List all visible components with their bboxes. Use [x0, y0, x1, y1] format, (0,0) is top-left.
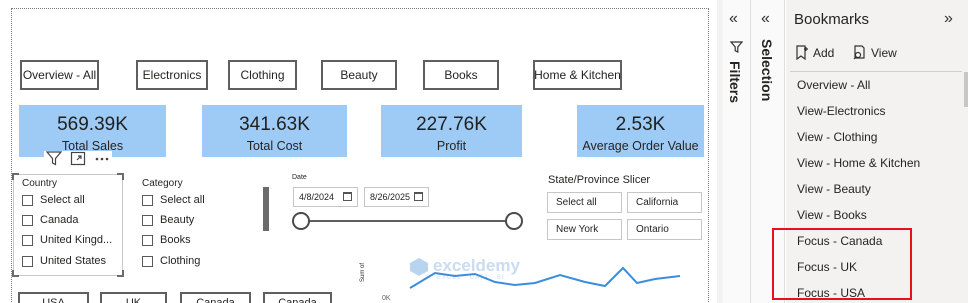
visual-header-toolbar: [44, 151, 112, 166]
focus-bookmarks-highlight: [772, 228, 912, 300]
kpi-label: Profit: [436, 139, 467, 153]
country-option[interactable]: United Kingd...: [22, 234, 112, 246]
focus-button-uk[interactable]: UK: [100, 292, 167, 303]
bookmark-add-icon: [796, 45, 808, 60]
resize-handle[interactable]: [117, 173, 124, 180]
date-range-slider[interactable]: [290, 210, 526, 232]
kpi-card-total-cost[interactable]: 341.63K Total Cost: [202, 105, 347, 157]
state-option[interactable]: Select all: [547, 192, 622, 213]
checkbox[interactable]: [22, 194, 33, 206]
country-option[interactable]: United States: [22, 255, 106, 267]
bookmarks-scrollbar[interactable]: [964, 72, 968, 107]
country-slicer-title: Country: [22, 178, 58, 189]
calendar-icon[interactable]: [414, 192, 423, 201]
view-bookmarks-button[interactable]: View: [852, 45, 897, 60]
filters-pane-label[interactable]: Filters: [727, 61, 743, 103]
nav-button-home-kitchen[interactable]: Home & Kitchen: [533, 60, 622, 90]
line-series: [409, 266, 681, 289]
bookmark-item[interactable]: View - Beauty: [797, 182, 871, 196]
collapse-chevron-icon[interactable]: »: [944, 11, 953, 27]
calendar-icon[interactable]: [343, 192, 352, 201]
category-option[interactable]: Beauty: [142, 214, 194, 226]
slider-handle-end[interactable]: [505, 212, 523, 230]
chart-y-axis-title: Sum of: [360, 262, 366, 282]
checkbox[interactable]: [142, 255, 153, 267]
kpi-card-total-sales[interactable]: 569.39K Total Sales: [19, 105, 166, 157]
country-option[interactable]: Canada: [22, 214, 79, 226]
category-option[interactable]: Select all: [142, 194, 205, 206]
state-slicer-title: State/Province Slicer: [548, 174, 651, 186]
bookmark-item[interactable]: Overview - All: [797, 78, 870, 92]
nav-button-clothing[interactable]: Clothing: [228, 60, 297, 90]
focus-mode-icon[interactable]: [70, 151, 86, 166]
focus-button-canada-2[interactable]: Canada: [263, 292, 332, 303]
focus-button-usa[interactable]: USA: [18, 292, 89, 303]
checkbox[interactable]: [142, 214, 153, 226]
resize-handle[interactable]: [117, 270, 124, 277]
category-option[interactable]: Clothing: [142, 255, 200, 267]
view-icon: [853, 45, 865, 60]
kpi-label: Total Cost: [246, 139, 303, 153]
bookmark-item[interactable]: View-Electronics: [797, 104, 885, 118]
report-canvas[interactable]: Overview - All Electronics Clothing Beau…: [0, 0, 717, 303]
expand-chevron-icon[interactable]: «: [729, 11, 738, 27]
filter-icon: [730, 41, 743, 53]
focus-button-canada[interactable]: Canada: [180, 292, 251, 303]
nav-button-overview[interactable]: Overview - All: [20, 60, 99, 90]
date-end-input[interactable]: 8/26/2025: [364, 187, 429, 207]
state-option[interactable]: Ontario: [627, 219, 702, 240]
nav-button-beauty[interactable]: Beauty: [321, 60, 397, 90]
state-option[interactable]: California: [627, 192, 702, 213]
checkbox[interactable]: [142, 194, 153, 206]
nav-button-books[interactable]: Books: [423, 60, 499, 90]
date-start-input[interactable]: 4/8/2024: [293, 187, 358, 207]
nav-button-electronics[interactable]: Electronics: [136, 60, 208, 90]
slicer-scrollbar[interactable]: [263, 187, 269, 231]
kpi-value: 227.76K: [416, 114, 487, 135]
resize-handle[interactable]: [12, 173, 19, 180]
date-slicer-title: Date: [292, 174, 307, 181]
expand-chevron-icon[interactable]: «: [761, 11, 770, 27]
resize-handle[interactable]: [12, 270, 19, 277]
kpi-value: 341.63K: [239, 114, 310, 135]
country-option[interactable]: Select all: [22, 194, 85, 206]
divider: [790, 71, 962, 72]
add-bookmark-button[interactable]: Add: [795, 45, 834, 60]
more-options-icon[interactable]: [94, 151, 110, 166]
kpi-card-average-order-value[interactable]: 2.53K Average Order Value: [577, 105, 704, 157]
kpi-card-profit[interactable]: 227.76K Profit: [381, 105, 522, 157]
chart-y-tick: 0K: [382, 295, 391, 302]
category-slicer-title: Category: [142, 178, 183, 189]
bookmark-item[interactable]: View - Clothing: [797, 130, 877, 144]
filters-pane-collapsed[interactable]: « Filters: [723, 0, 751, 303]
kpi-value: 569.39K: [57, 114, 128, 135]
checkbox[interactable]: [142, 234, 153, 246]
kpi-label: Average Order Value: [582, 139, 699, 153]
kpi-value: 2.53K: [615, 114, 666, 135]
state-option[interactable]: New York: [547, 219, 622, 240]
slider-handle-start[interactable]: [292, 212, 310, 230]
bookmarks-pane-title: Bookmarks: [794, 11, 870, 28]
category-option[interactable]: Books: [142, 234, 191, 246]
bookmark-item[interactable]: View - Books: [797, 208, 867, 222]
filter-icon[interactable]: [46, 151, 62, 166]
checkbox[interactable]: [22, 214, 33, 226]
selection-pane-label[interactable]: Selection: [759, 39, 775, 101]
checkbox[interactable]: [22, 234, 33, 246]
line-chart-plot[interactable]: [395, 255, 695, 295]
checkbox[interactable]: [22, 255, 33, 267]
bookmark-item[interactable]: View - Home & Kitchen: [797, 156, 920, 170]
